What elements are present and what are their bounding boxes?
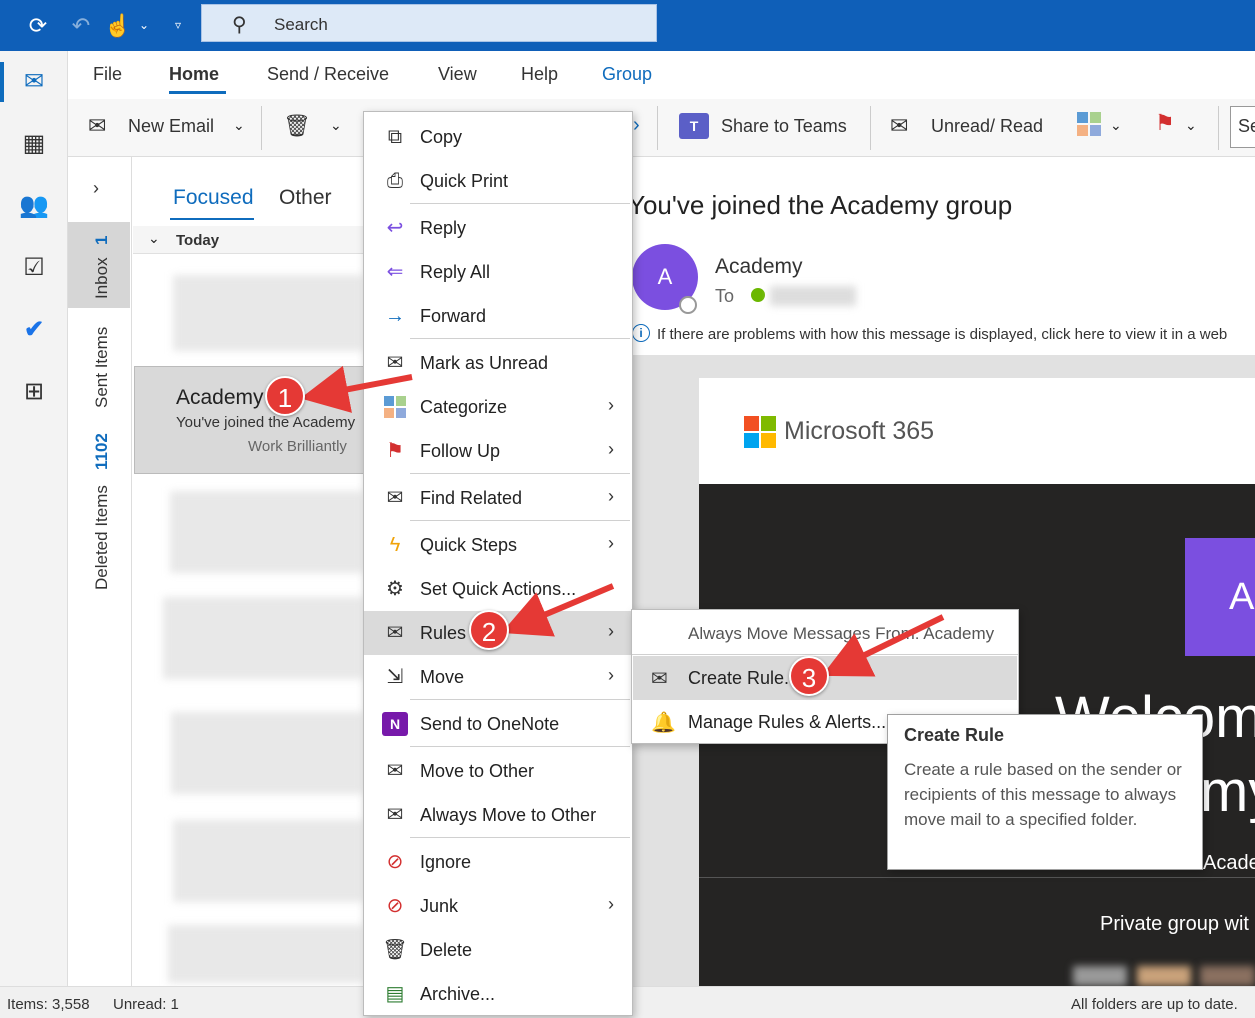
annotation-badge-3: 3 <box>789 656 829 696</box>
annotation-arrow-3 <box>821 614 945 677</box>
annotation-arrows <box>300 365 945 677</box>
annotation-arrow-2 <box>501 583 615 637</box>
annotation-badge-1: 1 <box>265 376 305 416</box>
annotation-badge-2: 2 <box>469 610 509 650</box>
annotation-arrow-1 <box>300 365 413 413</box>
